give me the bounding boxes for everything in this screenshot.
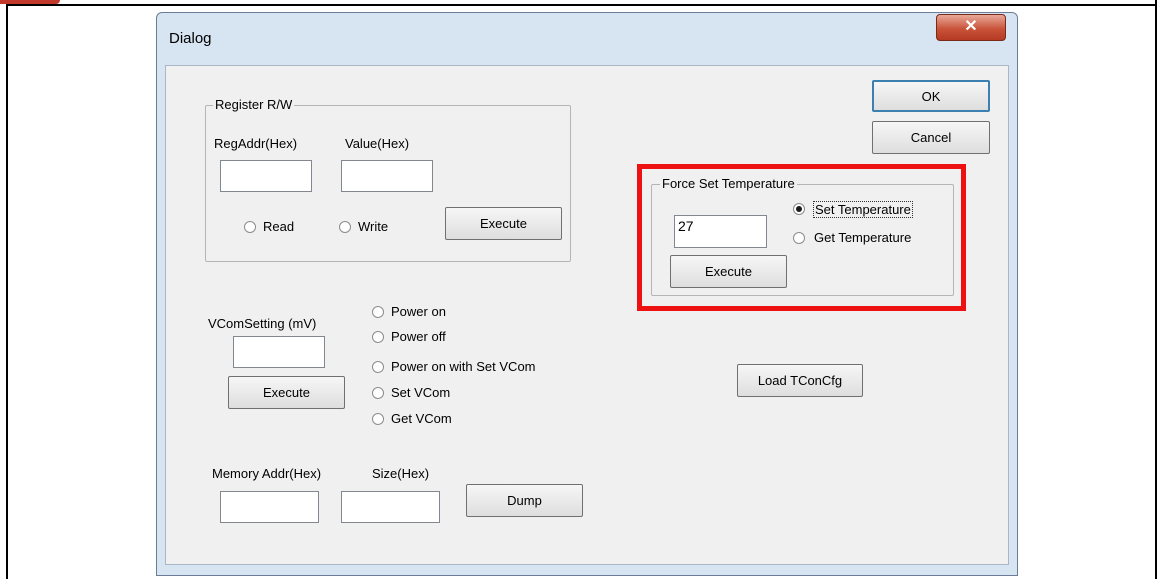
page-border-top [6, 4, 1157, 6]
power-on-set-vcom-radio[interactable] [372, 361, 384, 373]
write-radio[interactable] [339, 221, 351, 233]
size-label: Size(Hex) [372, 466, 430, 481]
get-vcom-radio[interactable] [372, 413, 384, 425]
ok-button[interactable]: OK [872, 80, 990, 112]
set-vcom-radio[interactable] [372, 387, 384, 399]
set-vcom-label[interactable]: Set VCom [391, 385, 450, 400]
power-on-set-vcom-label[interactable]: Power on with Set VCom [391, 359, 536, 374]
dump-button[interactable]: Dump [466, 484, 583, 517]
dialog-title: Dialog [169, 30, 212, 47]
load-tconcfg-button[interactable]: Load TConCfg [737, 364, 863, 397]
register-execute-button[interactable]: Execute [445, 207, 562, 240]
close-button[interactable]: ✕ [936, 14, 1006, 41]
read-radio-label[interactable]: Read [263, 219, 294, 234]
power-on-radio[interactable] [372, 306, 384, 318]
memory-addr-label: Memory Addr(Hex) [212, 466, 322, 481]
reg-addr-input[interactable] [220, 160, 312, 192]
register-rw-legend: Register R/W [213, 97, 295, 112]
logo-fragment [0, 0, 60, 4]
vcom-execute-button[interactable]: Execute [228, 376, 345, 409]
power-off-radio[interactable] [372, 331, 384, 343]
close-x-icon[interactable]: ✕ [964, 18, 977, 35]
get-vcom-label[interactable]: Get VCom [391, 411, 452, 426]
vcom-input[interactable] [233, 336, 325, 368]
reg-addr-label: RegAddr(Hex) [214, 136, 298, 151]
size-input[interactable] [341, 491, 440, 523]
read-radio[interactable] [244, 221, 256, 233]
power-on-label[interactable]: Power on [391, 304, 446, 319]
cancel-button[interactable]: Cancel [872, 121, 990, 154]
page-border-left [6, 0, 8, 579]
vcom-setting-label: VComSetting (mV) [208, 316, 317, 331]
value-label: Value(Hex) [345, 136, 410, 151]
write-radio-label[interactable]: Write [358, 219, 388, 234]
power-off-label[interactable]: Power off [391, 329, 446, 344]
memory-addr-input[interactable] [220, 491, 319, 523]
page-border-right [1155, 0, 1157, 579]
value-input[interactable] [341, 160, 433, 192]
highlight-box [637, 164, 966, 311]
